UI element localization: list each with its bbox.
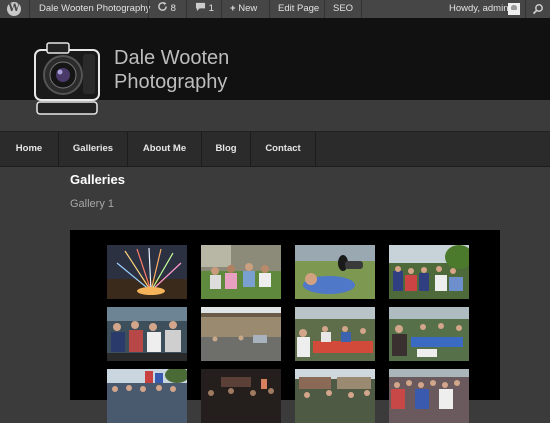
nav-item-contact[interactable]: Contact xyxy=(251,132,315,166)
site-title[interactable]: Dale Wooten Photography xyxy=(114,46,314,94)
thumbnail-people-at-tables[interactable] xyxy=(295,307,375,361)
gallery-grid xyxy=(70,230,500,423)
admin-bar: W Dale Wooten Photography 8 1 + New Edit… xyxy=(0,0,550,18)
comment-bubble-icon xyxy=(195,2,206,12)
site-header: Dale Wooten Photography xyxy=(0,18,550,115)
admin-bar-divider xyxy=(269,0,270,18)
thumbnail-building-parking-lot[interactable] xyxy=(201,307,281,361)
comments-link[interactable]: 1 xyxy=(195,0,214,18)
thumbnail-crowd-large[interactable] xyxy=(389,369,469,423)
thumbnail-crowd-watching[interactable] xyxy=(107,307,187,361)
site-title-line1: Dale Wooten xyxy=(114,47,230,69)
thumbnail-crowd-under-trees[interactable] xyxy=(389,245,469,299)
updates-link[interactable]: 8 xyxy=(157,0,176,18)
camera-logo-icon[interactable] xyxy=(33,40,101,120)
thumbnail-night-event[interactable] xyxy=(201,369,281,423)
thumbnail-crowd-buildings[interactable] xyxy=(295,369,375,423)
wordpress-logo-icon[interactable]: W xyxy=(7,2,21,16)
admin-bar-divider xyxy=(186,0,187,18)
thumbnail-crowd-flags[interactable] xyxy=(107,369,187,423)
search-icon[interactable] xyxy=(532,3,544,15)
nav-item-blog[interactable]: Blog xyxy=(202,132,250,166)
refresh-icon xyxy=(158,1,167,11)
edit-page-link[interactable]: Edit Page xyxy=(278,0,319,18)
howdy-account-link[interactable]: Howdy, admin xyxy=(449,0,509,18)
admin-bar-divider xyxy=(221,0,222,18)
thumbnail-person-lying-on-grass[interactable] xyxy=(295,245,375,299)
site-name-link[interactable]: Dale Wooten Photography xyxy=(39,0,150,18)
main-navigation: Home Galleries About Me Blog Contact xyxy=(0,131,550,167)
admin-bar-divider xyxy=(525,0,526,18)
plus-icon: + xyxy=(230,3,236,14)
new-content-link[interactable]: + New xyxy=(230,0,257,18)
admin-bar-divider xyxy=(29,0,30,18)
admin-bar-divider xyxy=(324,0,325,18)
site-title-line2: Photography xyxy=(114,71,228,93)
seo-link[interactable]: SEO xyxy=(333,0,353,18)
gallery-title: Gallery 1 xyxy=(70,198,115,210)
comments-count: 1 xyxy=(208,3,214,14)
updates-count: 8 xyxy=(170,3,176,14)
admin-bar-divider xyxy=(148,0,149,18)
nav-divider xyxy=(315,132,316,166)
nav-item-about-me[interactable]: About Me xyxy=(128,132,201,166)
new-label: New xyxy=(238,3,258,14)
admin-bar-divider xyxy=(361,0,362,18)
thumbnail-crowd-seated-outdoors[interactable] xyxy=(201,245,281,299)
thumbnail-crowd-tables[interactable] xyxy=(389,307,469,361)
avatar[interactable] xyxy=(508,3,520,15)
thumbnail-fireworks[interactable] xyxy=(107,245,187,299)
nav-item-galleries[interactable]: Galleries xyxy=(59,132,127,166)
nav-item-home[interactable]: Home xyxy=(0,132,58,166)
page-title: Galleries xyxy=(70,172,125,187)
